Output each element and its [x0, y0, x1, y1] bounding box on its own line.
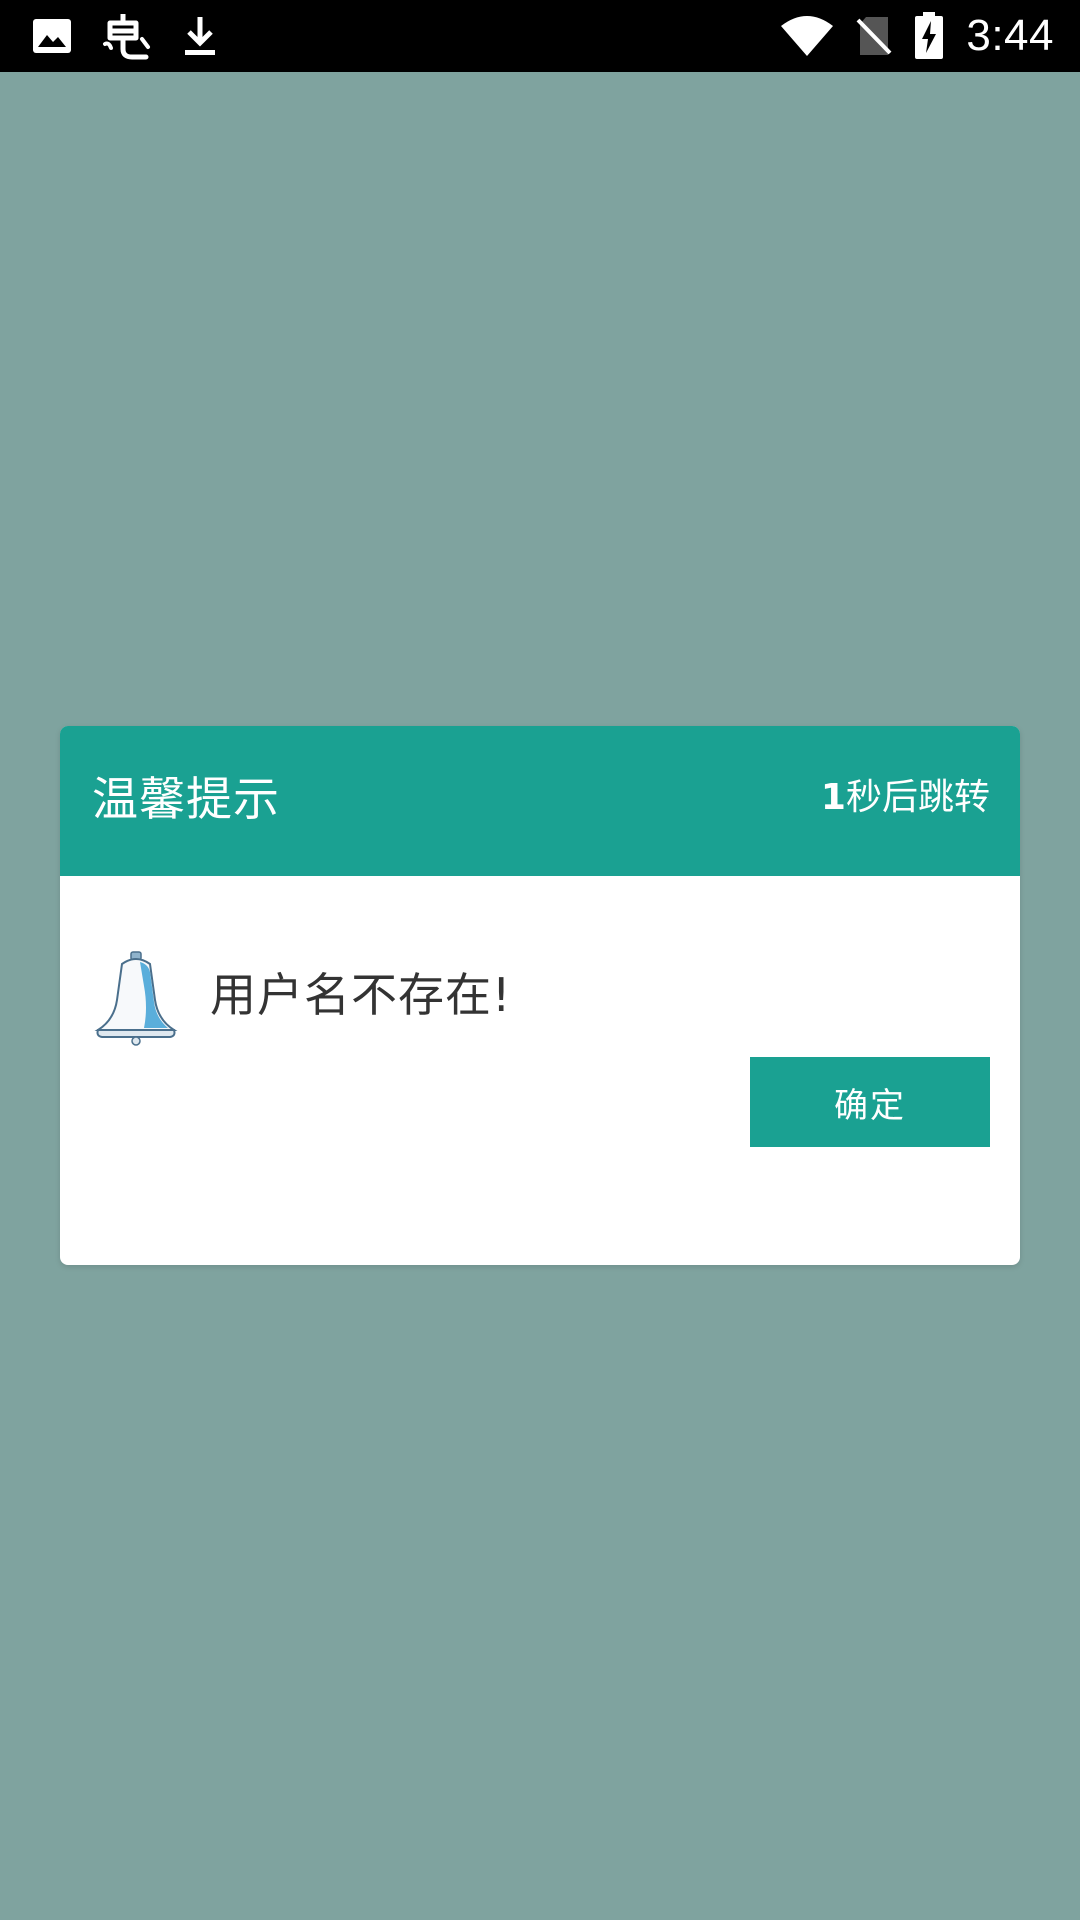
no-sim-icon — [856, 15, 892, 57]
clock: 3:44 — [966, 11, 1054, 60]
bell-icon — [92, 950, 180, 1046]
dialog-body: 用户名不存在! 确定 — [60, 876, 1020, 1265]
countdown-label: 秒后跳转 — [845, 777, 990, 818]
confirm-button[interactable]: 确定 — [750, 1057, 990, 1147]
status-bar-notifications — [32, 0, 218, 72]
battery-charging-icon — [914, 12, 944, 60]
download-icon — [182, 15, 218, 57]
countdown-seconds: 1 — [820, 777, 846, 818]
status-bar: 3:44 — [0, 0, 1080, 72]
redirect-countdown: 1秒后跳转 — [821, 780, 990, 816]
bug-app-icon — [102, 11, 152, 61]
status-bar-system: 3:44 — [780, 0, 1054, 72]
error-message: 用户名不存在! — [210, 968, 512, 1022]
alert-dialog: 温馨提示 1秒后跳转 用户名不存在! 确定 — [60, 726, 1020, 1265]
image-icon — [32, 18, 72, 54]
dialog-title: 温馨提示 — [92, 772, 280, 826]
wifi-icon — [780, 14, 834, 58]
dialog-header: 温馨提示 1秒后跳转 — [60, 726, 1020, 876]
